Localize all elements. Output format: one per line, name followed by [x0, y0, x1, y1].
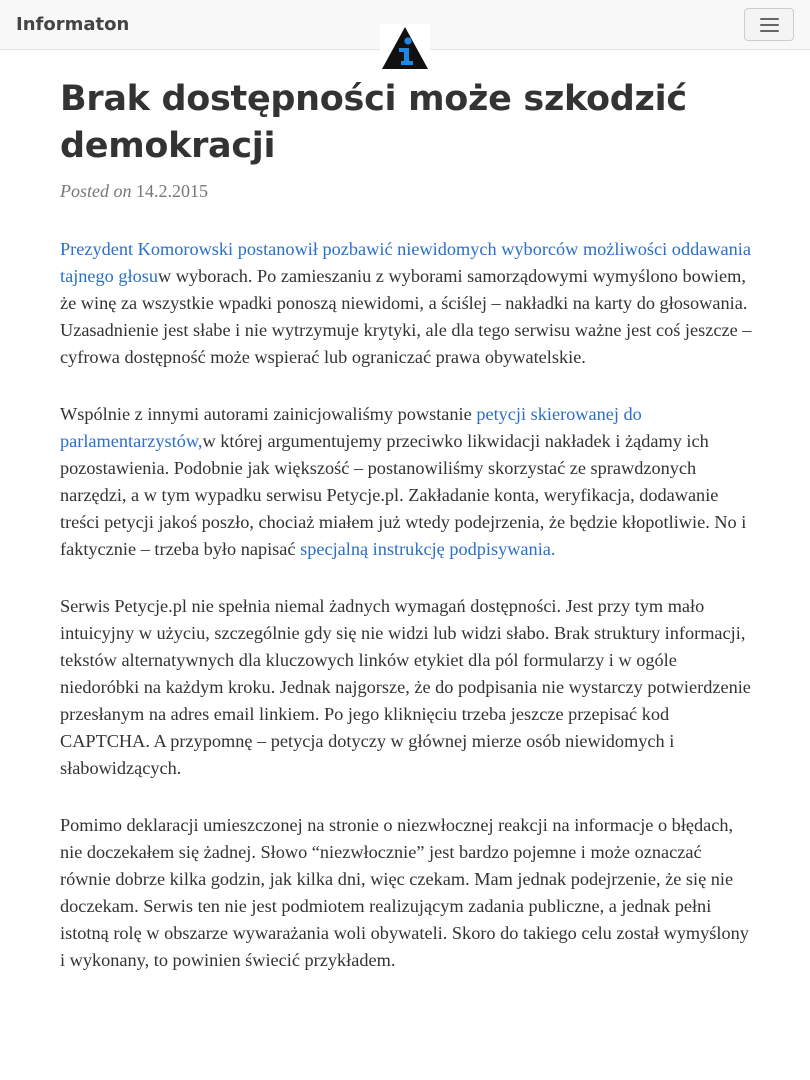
- paragraph-1: Prezydent Komorowski postanowił pozbawić…: [60, 236, 752, 371]
- navbar-brand-link[interactable]: Informaton: [16, 13, 129, 37]
- paragraph-2-text-1: Wspólnie z innymi autorami zainicjowaliś…: [60, 404, 477, 424]
- paragraph-1-text: w wyborach. Po zamieszaniu z wyborami sa…: [60, 266, 752, 367]
- paragraph-3: Serwis Petycje.pl nie spełnia niemal żad…: [60, 596, 751, 778]
- posted-date: 14.2.2015: [136, 181, 208, 201]
- info-triangle-logo-icon[interactable]: [380, 24, 430, 70]
- posted-label: Posted on: [60, 181, 132, 201]
- hamburger-menu-icon-bar: [760, 30, 779, 32]
- article: Brak dostępności może szkodzić demokracj…: [60, 76, 752, 974]
- hamburger-menu-button[interactable]: [744, 8, 794, 41]
- paragraph-2: Wspólnie z innymi autorami zainicjowaliś…: [60, 401, 752, 563]
- hamburger-menu-icon-bar: [760, 24, 779, 26]
- hamburger-menu-icon: [760, 18, 779, 20]
- link-instrukcja-podpisywania[interactable]: specjalną instrukcję podpisywania.: [300, 539, 555, 559]
- paragraph-4: Pomimo deklaracji umieszczonej na stroni…: [60, 815, 749, 970]
- article-title: Brak dostępności może szkodzić demokracj…: [60, 79, 687, 166]
- post-meta: Posted on 14.2.2015: [60, 179, 752, 203]
